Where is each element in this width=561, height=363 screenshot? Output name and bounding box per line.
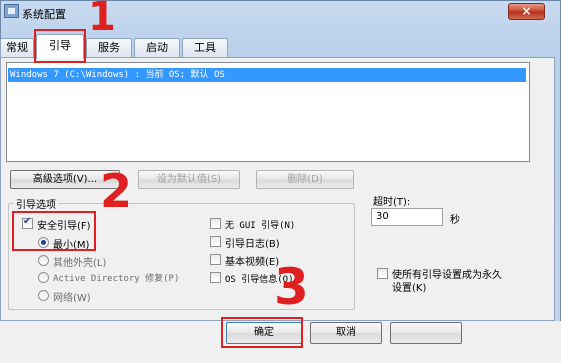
active-directory-radio[interactable] [38, 272, 49, 283]
annotation-number-2: 2 [100, 164, 133, 218]
timeout-input[interactable]: 30 [371, 208, 443, 226]
timeout-label: 超时(T): [373, 197, 411, 208]
no-gui-boot-checkbox[interactable] [210, 218, 221, 229]
network-radio[interactable] [38, 290, 49, 301]
app-icon [4, 4, 19, 18]
apply-button[interactable] [390, 322, 462, 344]
boot-options-legend: 引导选项 [14, 196, 58, 211]
boot-log-checkbox[interactable] [210, 236, 221, 247]
make-permanent-label-line2: 设置(K) [392, 283, 427, 294]
boot-log-label: 引导日志(B) [225, 239, 280, 250]
annotation-box-ok [221, 317, 303, 348]
delete-button[interactable]: 删除(D) [256, 170, 354, 189]
annotation-box-safe-boot [12, 211, 96, 251]
os-boot-info-checkbox[interactable] [210, 272, 221, 283]
timeout-unit: 秒 [450, 215, 460, 226]
tab-general[interactable]: 常规 [0, 38, 34, 58]
set-default-button[interactable]: 设为默认值(S) [138, 170, 240, 189]
window-title: 系统配置 [22, 8, 66, 21]
alternate-shell-label: 其他外壳(L) [53, 258, 107, 269]
tab-startup[interactable]: 启动 [134, 38, 180, 58]
annotation-number-3: 3 [274, 258, 309, 316]
os-list[interactable]: Windows 7 (C:\Windows) : 当前 OS; 默认 OS [6, 62, 530, 162]
base-video-label: 基本视频(E) [225, 257, 280, 268]
alternate-shell-radio[interactable] [38, 255, 49, 266]
os-list-item[interactable]: Windows 7 (C:\Windows) : 当前 OS; 默认 OS [8, 68, 526, 82]
active-directory-label: Active Directory 修复(P) [53, 274, 180, 284]
annotation-box-boot-tab [34, 29, 86, 63]
cancel-button[interactable]: 取消 [310, 322, 382, 344]
tab-tools[interactable]: 工具 [182, 38, 228, 58]
make-permanent-checkbox[interactable] [377, 268, 388, 279]
no-gui-boot-label: 无 GUI 引导(N) [225, 221, 296, 231]
tab-services[interactable]: 服务 [86, 38, 132, 58]
network-label: 网络(W) [53, 293, 91, 304]
base-video-checkbox[interactable] [210, 254, 221, 265]
annotation-number-1: 1 [88, 0, 116, 40]
close-button[interactable]: × [508, 3, 545, 20]
